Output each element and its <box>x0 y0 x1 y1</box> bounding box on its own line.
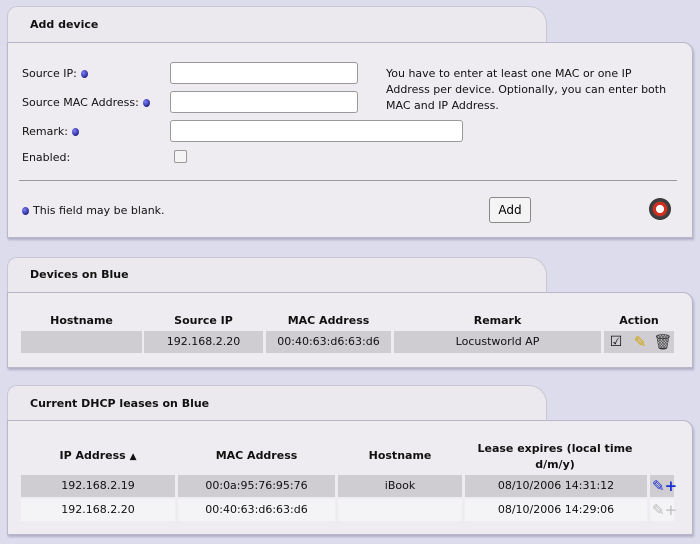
enabled-toggle-icon[interactable]: ☑ <box>606 332 626 352</box>
blank-ok-icon <box>80 70 88 78</box>
help-lifebuoy-icon[interactable] <box>649 198 671 220</box>
add-device-title: Add device <box>30 18 99 31</box>
col-hostname: Hostname <box>50 314 113 327</box>
expires-cell: 08/10/2006 14:29:06 <box>465 499 647 521</box>
help-text: You have to enter at least one MAC or on… <box>386 67 667 112</box>
divider <box>19 180 677 181</box>
mac-cell: 00:40:63:d6:63:d6 <box>178 499 335 521</box>
leases-title: Current DHCP leases on Blue <box>30 397 210 410</box>
enabled-checkbox[interactable] <box>174 150 187 163</box>
sort-asc-icon: ▲ <box>129 452 137 462</box>
source-mac-label-text: Source MAC Address: <box>22 96 139 109</box>
col-mac: MAC Address <box>287 314 370 327</box>
hostname-cell <box>21 331 142 353</box>
blank-note: This field may be blank. <box>22 204 165 217</box>
add-device-pencil-icon[interactable]: ✎+ <box>652 476 677 496</box>
blank-ok-icon <box>71 128 79 136</box>
enabled-label: Enabled: <box>22 151 71 164</box>
mac-cell: 00:40:63:d6:63:d6 <box>266 331 391 353</box>
remark-label-text: Remark: <box>22 125 68 138</box>
remark-label: Remark: <box>22 125 79 138</box>
source-ip-label: Source IP: <box>22 67 88 80</box>
ip-cell: 192.168.2.20 <box>144 331 263 353</box>
source-ip-label-text: Source IP: <box>22 67 77 80</box>
devices-panel <box>7 292 693 368</box>
trash-icon[interactable]: 🗑 <box>653 332 673 352</box>
remark-cell: Locustworld AP <box>394 331 601 353</box>
mac-cell: 00:0a:95:76:95:76 <box>178 475 335 497</box>
blank-ok-icon <box>142 99 150 107</box>
edit-pencil-icon[interactable]: ✎ <box>630 332 650 352</box>
col-hostname[interactable]: Hostname <box>338 449 462 462</box>
hostname-cell: iBook <box>338 475 462 497</box>
col-ip-address[interactable]: IP Address ▲ <box>21 449 175 462</box>
source-ip-input[interactable] <box>170 62 358 84</box>
blank-note-text: This field may be blank. <box>33 204 165 217</box>
source-mac-input[interactable] <box>170 91 358 113</box>
col-mac[interactable]: MAC Address <box>178 449 335 462</box>
remark-input[interactable] <box>170 120 463 142</box>
hostname-cell <box>338 499 462 521</box>
blank-ok-icon <box>22 207 29 215</box>
col-lease-expires[interactable]: Lease expires (local time d/m/y) <box>475 441 635 473</box>
source-mac-label: Source MAC Address: <box>22 96 150 109</box>
add-button[interactable]: Add <box>489 197 531 223</box>
ip-cell: 192.168.2.20 <box>21 499 175 521</box>
devices-title: Devices on Blue <box>30 268 129 281</box>
col-ip-label: IP Address <box>59 449 126 462</box>
col-action: Action <box>619 314 659 327</box>
ip-cell: 192.168.2.19 <box>21 475 175 497</box>
expires-cell: 08/10/2006 14:31:12 <box>465 475 647 497</box>
add-device-pencil-disabled-icon: ✎+ <box>652 501 678 519</box>
col-source-ip: Source IP <box>174 314 233 327</box>
col-remark: Remark <box>473 314 522 327</box>
